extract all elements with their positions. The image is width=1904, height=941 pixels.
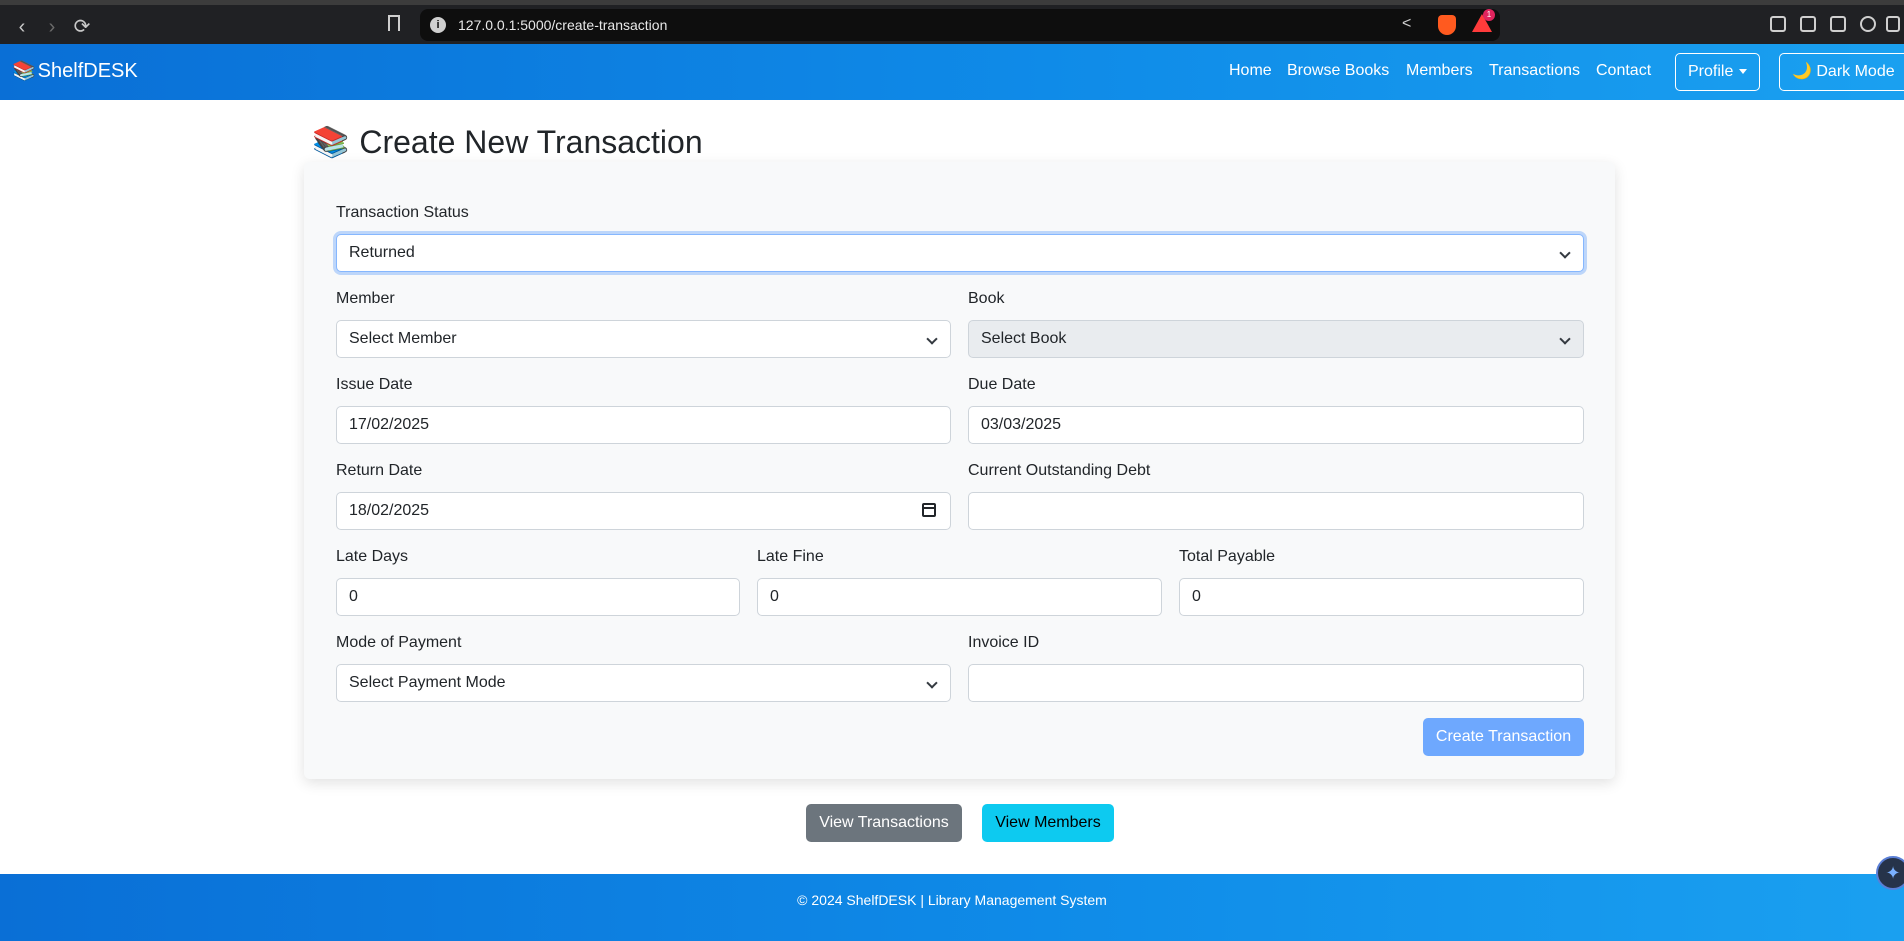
app-navbar: 📚 ShelfDESK Home Browse Books Members Tr… <box>0 44 1904 100</box>
nav-members[interactable]: Members <box>1406 62 1473 80</box>
view-transactions-button[interactable]: View Transactions <box>806 804 962 842</box>
extensions-icon[interactable] <box>1770 16 1786 32</box>
issue-date-input[interactable]: 17/02/2025 <box>336 406 951 444</box>
nav-transactions[interactable]: Transactions <box>1489 62 1580 80</box>
payment-mode-value: Select Payment Mode <box>349 674 506 691</box>
leo-icon[interactable] <box>1860 16 1876 32</box>
page-title-text: Create New Transaction <box>359 124 703 160</box>
assistant-sparkle-icon[interactable]: ✦ <box>1876 856 1904 890</box>
book-label: Book <box>968 290 1005 307</box>
chevron-down-icon <box>926 677 938 689</box>
outstanding-debt-input[interactable] <box>968 492 1584 530</box>
reload-icon[interactable]: ⟳ <box>68 13 96 41</box>
view-members-button[interactable]: View Members <box>982 804 1114 842</box>
nav-contact[interactable]: Contact <box>1596 62 1651 80</box>
caret-down-icon <box>1739 69 1748 75</box>
payment-mode-label: Mode of Payment <box>336 634 462 651</box>
footer-text: © 2024 ShelfDESK | Library Management Sy… <box>797 892 1107 908</box>
transaction-status-select[interactable]: Returned <box>336 234 1584 272</box>
book-select[interactable]: Select Book <box>968 320 1584 358</box>
member-value: Select Member <box>349 330 457 347</box>
rewards-badge: 1 <box>1483 9 1495 21</box>
back-icon[interactable]: ‹ <box>8 13 36 41</box>
chevron-down-icon <box>926 333 938 345</box>
issue-date-label: Issue Date <box>336 376 413 393</box>
transaction-status-label: Transaction Status <box>336 204 469 221</box>
dark-mode-button[interactable]: 🌙 Dark Mode <box>1779 53 1904 91</box>
total-payable-label: Total Payable <box>1179 548 1276 565</box>
return-date-label: Return Date <box>336 462 423 479</box>
books-icon: 📚 <box>12 61 36 82</box>
browser-toolbar: ‹ › ⟳ i 127.0.0.1:5000/create-transactio… <box>0 0 1904 44</box>
return-date-value: 18/02/2025 <box>349 502 430 519</box>
page-footer: © 2024 ShelfDESK | Library Management Sy… <box>0 874 1904 941</box>
forward-icon[interactable]: › <box>38 13 66 41</box>
invoice-id-label: Invoice ID <box>968 634 1040 651</box>
outstanding-debt-label: Current Outstanding Debt <box>968 462 1151 479</box>
menu-icon[interactable] <box>1886 16 1900 32</box>
chevron-down-icon <box>1559 247 1571 259</box>
brand-link[interactable]: 📚 ShelfDESK <box>12 59 138 83</box>
book-value: Select Book <box>981 330 1067 347</box>
member-select[interactable]: Select Member <box>336 320 951 358</box>
return-date-input[interactable]: 18/02/2025 <box>336 492 951 530</box>
bookmark-icon[interactable] <box>388 15 400 31</box>
late-days-input[interactable]: 0 <box>336 578 740 616</box>
due-date-label: Due Date <box>968 376 1036 393</box>
chevron-down-icon <box>1559 333 1571 345</box>
brave-shield-icon[interactable] <box>1438 15 1456 35</box>
address-bar[interactable]: i 127.0.0.1:5000/create-transaction < 1 <box>420 9 1500 41</box>
create-transaction-button[interactable]: Create Transaction <box>1423 718 1584 756</box>
payment-mode-select[interactable]: Select Payment Mode <box>336 664 951 702</box>
brand-name: ShelfDESK <box>37 59 138 82</box>
page-title: 📚 Create New Transaction <box>312 124 703 161</box>
due-date-input[interactable]: 03/03/2025 <box>968 406 1584 444</box>
calendar-icon[interactable] <box>922 503 936 517</box>
late-days-label: Late Days <box>336 548 409 565</box>
total-payable-input[interactable]: 0 <box>1179 578 1584 616</box>
sidebar-icon[interactable] <box>1800 16 1816 32</box>
late-fine-label: Late Fine <box>757 548 824 565</box>
profile-label: Profile <box>1688 63 1734 80</box>
wallet-icon[interactable] <box>1830 16 1846 32</box>
nav-home[interactable]: Home <box>1229 62 1272 80</box>
site-info-icon[interactable]: i <box>430 17 446 33</box>
share-icon[interactable]: < <box>1402 15 1411 33</box>
profile-dropdown-button[interactable]: Profile <box>1675 53 1761 91</box>
nav-browse-books[interactable]: Browse Books <box>1287 62 1389 80</box>
url-text[interactable]: 127.0.0.1:5000/create-transaction <box>458 17 667 33</box>
books-icon: 📚 <box>312 126 350 159</box>
late-fine-input[interactable]: 0 <box>757 578 1162 616</box>
invoice-id-input[interactable] <box>968 664 1584 702</box>
transaction-status-value: Returned <box>349 244 415 261</box>
member-label: Member <box>336 290 395 307</box>
